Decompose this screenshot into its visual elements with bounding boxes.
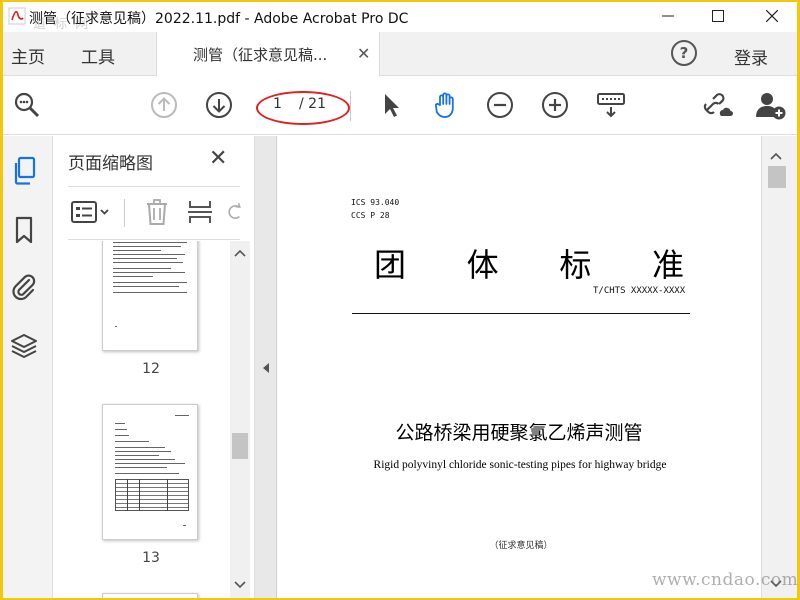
thumbnail-scroll-thumb[interactable] xyxy=(232,433,248,459)
thumbnail-toolbar-divider xyxy=(124,199,125,227)
doc-scroll-up-icon[interactable] xyxy=(766,148,786,164)
pages-icon xyxy=(14,156,36,185)
maximize-icon xyxy=(712,10,724,22)
list-options-icon xyxy=(71,201,109,223)
panel-close-icon[interactable]: ✕ xyxy=(209,146,227,171)
thumbnail-page-14[interactable] xyxy=(102,593,198,598)
arrow-up-circle-icon xyxy=(151,92,177,118)
toolbar: 1 / 21 xyxy=(3,77,797,135)
keyboard-page-icon xyxy=(597,93,625,118)
minus-circle-icon xyxy=(487,92,513,118)
share-link-button[interactable] xyxy=(701,89,733,121)
bookmarks-nav[interactable] xyxy=(7,213,41,247)
thumbnail-label-12: 12 xyxy=(142,361,160,377)
close-window-button[interactable] xyxy=(749,2,795,30)
close-icon xyxy=(766,10,778,22)
paperclip-icon xyxy=(12,274,36,301)
thumbnail-page-13[interactable] xyxy=(102,404,198,540)
page-thumbnails-nav[interactable] xyxy=(7,154,41,188)
magnifier-icon xyxy=(14,92,40,118)
maximize-button[interactable] xyxy=(695,2,741,30)
layers-nav[interactable] xyxy=(7,329,41,363)
heading-char: 标 xyxy=(559,246,592,284)
add-user-button[interactable] xyxy=(755,89,787,121)
heading-char: 团 xyxy=(374,246,407,284)
ics-line: ICS 93.040 xyxy=(351,198,400,207)
menu-tools[interactable]: 工具 xyxy=(81,43,115,68)
hand-tool-button[interactable] xyxy=(430,89,462,121)
next-page-button[interactable] xyxy=(203,89,235,121)
navigation-rail xyxy=(3,136,53,598)
insert-pages-icon xyxy=(188,201,212,223)
thumbnail-scrollbar[interactable] xyxy=(230,241,250,598)
thumbnail-options-button[interactable] xyxy=(70,197,110,227)
minimize-button[interactable] xyxy=(645,2,691,30)
rotate-icon xyxy=(228,202,241,219)
acrobat-app-icon xyxy=(8,7,26,25)
acrobat-window: 测管（征求意见稿）2022.11.pdf - Adobe Acrobat Pro… xyxy=(3,2,797,598)
panel-title: 页面缩略图 xyxy=(68,154,153,174)
attachments-nav[interactable] xyxy=(7,269,41,303)
menu-home[interactable]: 主页 xyxy=(11,43,45,68)
add-person-icon xyxy=(756,93,786,120)
zoom-in-button[interactable] xyxy=(539,89,571,121)
arrow-down-circle-icon xyxy=(206,92,232,118)
cursor-arrow-icon xyxy=(385,94,399,117)
collapse-left-icon xyxy=(263,363,269,373)
thumbnail-page-12[interactable] xyxy=(102,241,198,351)
page-display-button[interactable] xyxy=(595,89,627,121)
thumbnails-panel: 页面缩略图 ✕ 12 13 xyxy=(54,136,255,598)
trash-icon xyxy=(147,199,167,225)
standard-type-heading: 团 体 标 准 xyxy=(374,240,684,286)
zoom-out-button[interactable] xyxy=(484,89,516,121)
watermark-top: 道 标 网 xyxy=(33,17,91,32)
title-bar: 测管（征求意见稿）2022.11.pdf - Adobe Acrobat Pro… xyxy=(3,2,797,32)
draft-note: （征求意见稿） xyxy=(489,541,553,551)
watermark-bottom: www.cndao.com xyxy=(652,570,799,590)
scroll-down-icon[interactable] xyxy=(230,577,250,593)
ccs-line: CCS P 28 xyxy=(351,211,390,220)
panel-collapse-bar[interactable] xyxy=(255,136,277,598)
heading-char: 体 xyxy=(466,246,499,284)
document-title-cn: 公路桥梁用硬聚氯乙烯声测管 xyxy=(395,422,643,444)
minimize-icon xyxy=(662,15,674,17)
hand-icon xyxy=(434,92,454,118)
delete-page-button[interactable] xyxy=(142,197,172,227)
previous-page-button[interactable] xyxy=(148,89,180,121)
rotate-page-button[interactable] xyxy=(224,197,244,227)
red-highlight-oval xyxy=(256,91,350,125)
thumbnail-label-13: 13 xyxy=(142,550,160,566)
toolbar-divider xyxy=(350,91,351,121)
document-title-en: Rigid polyvinyl chloride sonic-testing p… xyxy=(373,459,667,471)
scroll-up-icon[interactable] xyxy=(230,245,250,261)
doc-scroll-thumb[interactable] xyxy=(768,166,786,188)
layers-icon xyxy=(11,334,37,358)
header-rule xyxy=(352,313,690,314)
thumbnail-toolbar xyxy=(68,186,241,240)
close-tab-icon[interactable]: ✕ xyxy=(357,44,370,63)
zoom-search-button[interactable] xyxy=(11,89,43,121)
thumbnail-list: 12 13 xyxy=(54,241,230,598)
document-tab-label: 测管（征求意见稿... xyxy=(193,46,328,64)
link-cloud-icon xyxy=(703,93,733,116)
document-tab[interactable]: 测管（征求意见稿... ✕ xyxy=(156,32,380,77)
heading-char: 准 xyxy=(651,246,684,284)
standard-code: T/CHTS XXXXX-XXXX xyxy=(593,286,686,296)
insert-page-button[interactable] xyxy=(185,197,215,227)
login-button[interactable]: 登录 xyxy=(734,44,768,69)
help-button[interactable]: ? xyxy=(671,40,697,66)
ics-code: ICS 93.040 CCS P 28 xyxy=(351,196,399,222)
document-scrollbar[interactable] xyxy=(761,136,797,598)
document-page: ICS 93.040 CCS P 28 团 体 标 准 T/CHTS XXXXX… xyxy=(277,136,761,598)
bookmark-icon xyxy=(15,216,33,244)
plus-circle-icon xyxy=(542,92,568,118)
menu-bar: 主页 工具 测管（征求意见稿... ✕ ? 登录 xyxy=(3,32,797,77)
select-tool-button[interactable] xyxy=(375,89,407,121)
